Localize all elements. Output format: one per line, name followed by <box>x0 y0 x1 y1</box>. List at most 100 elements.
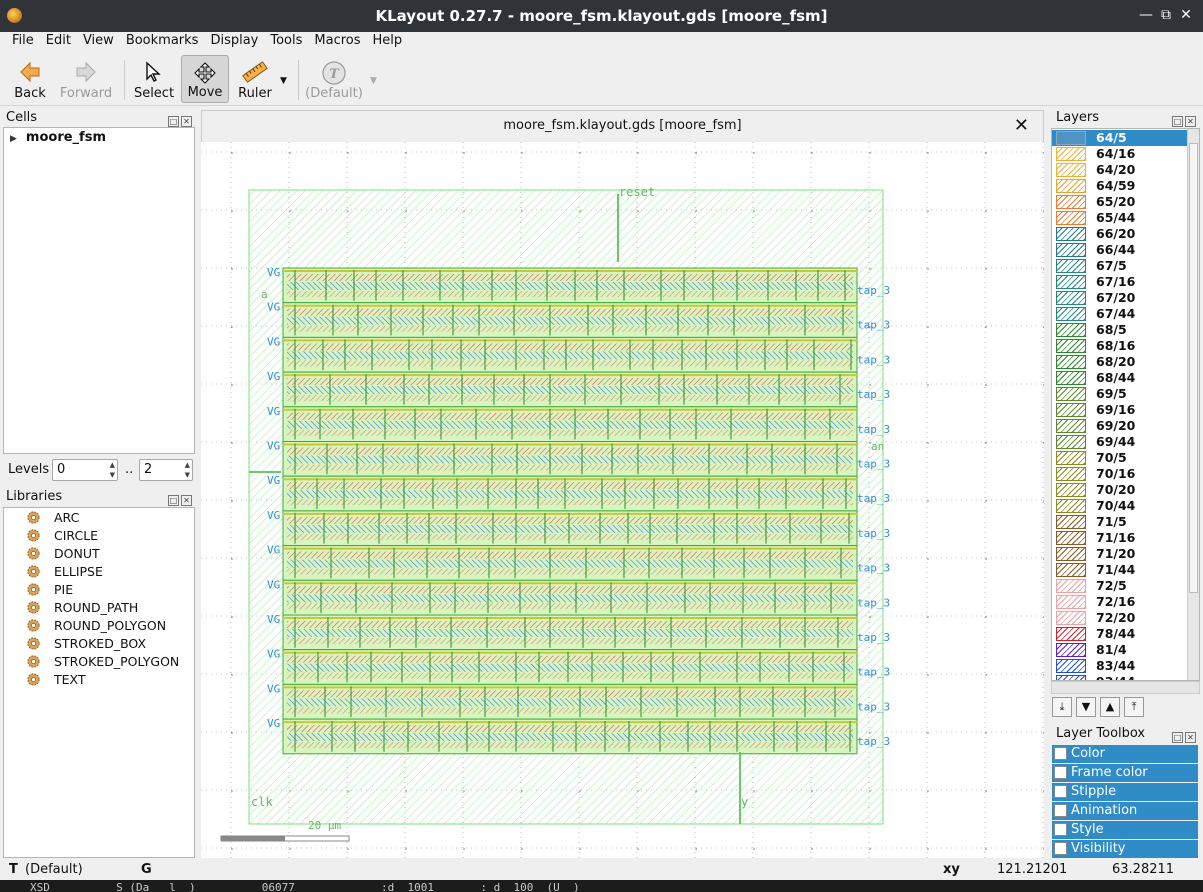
toolbox-item[interactable]: Stipple <box>1052 783 1198 801</box>
close-icon[interactable]: ✕ <box>1177 6 1195 24</box>
layer-row[interactable]: 70/20 <box>1052 482 1188 498</box>
layer-row[interactable]: 70/16 <box>1052 466 1188 482</box>
move-to-top-icon[interactable]: ⤒ <box>1124 697 1144 717</box>
layer-swatch <box>1056 195 1086 209</box>
select-button[interactable]: Select <box>130 55 178 103</box>
layout-view-tab[interactable]: moore_fsm.klayout.gds [moore_fsm] ✕ <box>201 110 1044 142</box>
close-panel-icon[interactable]: ✕ <box>1185 732 1196 743</box>
layer-row[interactable]: 65/44 <box>1052 210 1188 226</box>
menu-view[interactable]: View <box>77 32 120 50</box>
layer-nav-buttons: ⤓ ▼ ▲ ⤒ <box>1051 697 1200 719</box>
expand-checkbox[interactable] <box>1054 766 1067 779</box>
menu-edit[interactable]: Edit <box>40 32 77 50</box>
menu-help[interactable]: Help <box>367 32 409 50</box>
scroll-thumb[interactable] <box>1189 143 1198 593</box>
layer-row[interactable]: 66/20 <box>1052 226 1188 242</box>
layer-row[interactable]: 71/44 <box>1052 562 1188 578</box>
layer-row[interactable]: 71/20 <box>1052 546 1188 562</box>
layer-row[interactable]: 70/44 <box>1052 498 1188 514</box>
layer-row[interactable]: 69/16 <box>1052 402 1188 418</box>
move-down-icon[interactable]: ▼ <box>1076 697 1096 717</box>
layer-row[interactable]: 68/5 <box>1052 322 1188 338</box>
layer-row[interactable]: 67/44 <box>1052 306 1188 322</box>
layer-row[interactable]: 69/20 <box>1052 418 1188 434</box>
layer-row[interactable]: 72/20 <box>1052 610 1188 626</box>
float-icon[interactable]: □ <box>168 495 179 506</box>
layer-row[interactable]: 64/20 <box>1052 162 1188 178</box>
expand-arrow-icon[interactable]: ▶ <box>10 134 17 144</box>
expand-checkbox[interactable] <box>1054 804 1067 817</box>
library-item-label: TEXT <box>54 672 86 687</box>
layer-row[interactable]: 64/59 <box>1052 178 1188 194</box>
spin-arrows-icon[interactable]: ▲ ▼ <box>185 460 190 480</box>
expand-checkbox[interactable] <box>1054 747 1067 760</box>
menu-display[interactable]: Display <box>204 32 264 50</box>
layer-row[interactable]: 68/20 <box>1052 354 1188 370</box>
layer-row[interactable]: 67/5 <box>1052 258 1188 274</box>
float-icon[interactable]: □ <box>1172 116 1183 127</box>
toolbox-item[interactable]: Color <box>1052 745 1198 763</box>
ruler-button[interactable]: Ruler <box>232 55 278 103</box>
menu-bookmarks[interactable]: Bookmarks <box>120 32 205 50</box>
layer-row[interactable]: 81/4 <box>1052 642 1188 658</box>
menu-macros[interactable]: Macros <box>308 32 366 50</box>
layer-row[interactable]: 83/44 <box>1052 658 1188 674</box>
menu-tools[interactable]: Tools <box>264 32 308 50</box>
cell-row: VG tap_3 <box>267 405 890 442</box>
back-button[interactable]: Back <box>4 55 56 103</box>
layout-canvas[interactable]: VG tap_3 VG tap_3 VG tap_3 VG tap_3 VG tap_3 VG tap… <box>201 142 1044 858</box>
cell-tree-item[interactable]: ▶ moore_fsm <box>10 130 106 145</box>
ruler-dropdown-icon[interactable]: ▼ <box>280 76 287 86</box>
cells-tree[interactable]: ▶ moore_fsm <box>3 127 195 454</box>
expand-checkbox[interactable] <box>1054 785 1067 798</box>
move-to-bottom-icon[interactable]: ⤓ <box>1052 697 1072 717</box>
close-view-icon[interactable]: ✕ <box>1014 115 1029 136</box>
layer-row[interactable]: 66/44 <box>1052 242 1188 258</box>
layer-row[interactable]: 64/5 <box>1052 130 1188 146</box>
layer-row[interactable]: 78/44 <box>1052 626 1188 642</box>
text-default-button[interactable]: T (Default) <box>304 55 364 103</box>
cell-row: VG tap_3 <box>267 335 890 373</box>
layer-row[interactable]: 72/16 <box>1052 594 1188 610</box>
menu-file[interactable]: File <box>6 32 40 50</box>
layer-row[interactable]: 93/44 <box>1052 674 1188 680</box>
expand-checkbox[interactable] <box>1054 842 1067 855</box>
levels-to-spinbox[interactable]: 2 ▲ ▼ <box>139 459 193 481</box>
expand-checkbox[interactable] <box>1054 823 1067 836</box>
layers-scrollbar[interactable] <box>1187 129 1199 680</box>
layers-list[interactable]: 93/4483/4481/478/4472/2072/1672/571/4471… <box>1051 128 1200 681</box>
toolbox-item[interactable]: Visibility <box>1052 840 1198 858</box>
layer-row[interactable]: 71/16 <box>1052 530 1188 546</box>
toolbox-item[interactable]: Frame color <box>1052 764 1198 782</box>
toolbox-item[interactable]: Animation <box>1052 802 1198 820</box>
layer-row[interactable]: 68/16 <box>1052 338 1188 354</box>
libraries-list[interactable]: ARC CIRCLE DONUT ELLIPSE PIE ROUND_PATH ROUND_… <box>3 507 195 858</box>
layer-row[interactable]: 67/20 <box>1052 290 1188 306</box>
move-up-icon[interactable]: ▲ <box>1100 697 1120 717</box>
layer-row[interactable]: 68/44 <box>1052 370 1188 386</box>
layer-row[interactable]: 69/5 <box>1052 386 1188 402</box>
layer-row[interactable]: 69/44 <box>1052 434 1188 450</box>
move-button[interactable]: Move <box>181 55 229 103</box>
float-icon[interactable]: □ <box>168 116 179 127</box>
float-icon[interactable]: □ <box>1172 732 1183 743</box>
layer-row[interactable]: 70/5 <box>1052 450 1188 466</box>
toolbox-item[interactable]: Style <box>1052 821 1198 839</box>
minimize-icon[interactable]: — <box>1137 6 1155 24</box>
spin-arrows-icon[interactable]: ▲ ▼ <box>110 460 115 480</box>
close-panel-icon[interactable]: ✕ <box>181 116 192 127</box>
layer-row[interactable]: 65/20 <box>1052 194 1188 210</box>
mode-value: (Default) <box>25 862 83 877</box>
layer-row[interactable]: 71/5 <box>1052 514 1188 530</box>
maximize-icon[interactable]: ⧉ <box>1157 6 1175 24</box>
layer-row[interactable]: 72/5 <box>1052 578 1188 594</box>
close-panel-icon[interactable]: ✕ <box>181 495 192 506</box>
layer-row[interactable]: 64/16 <box>1052 146 1188 162</box>
layer-row[interactable]: 67/16 <box>1052 274 1188 290</box>
text-dropdown-icon[interactable]: ▼ <box>370 76 377 86</box>
close-panel-icon[interactable]: ✕ <box>1185 116 1196 127</box>
layer-swatch <box>1056 355 1086 369</box>
layers-hscrollbar[interactable] <box>1051 681 1200 694</box>
forward-button[interactable]: Forward <box>58 55 114 103</box>
levels-from-spinbox[interactable]: 0 ▲ ▼ <box>52 459 118 481</box>
